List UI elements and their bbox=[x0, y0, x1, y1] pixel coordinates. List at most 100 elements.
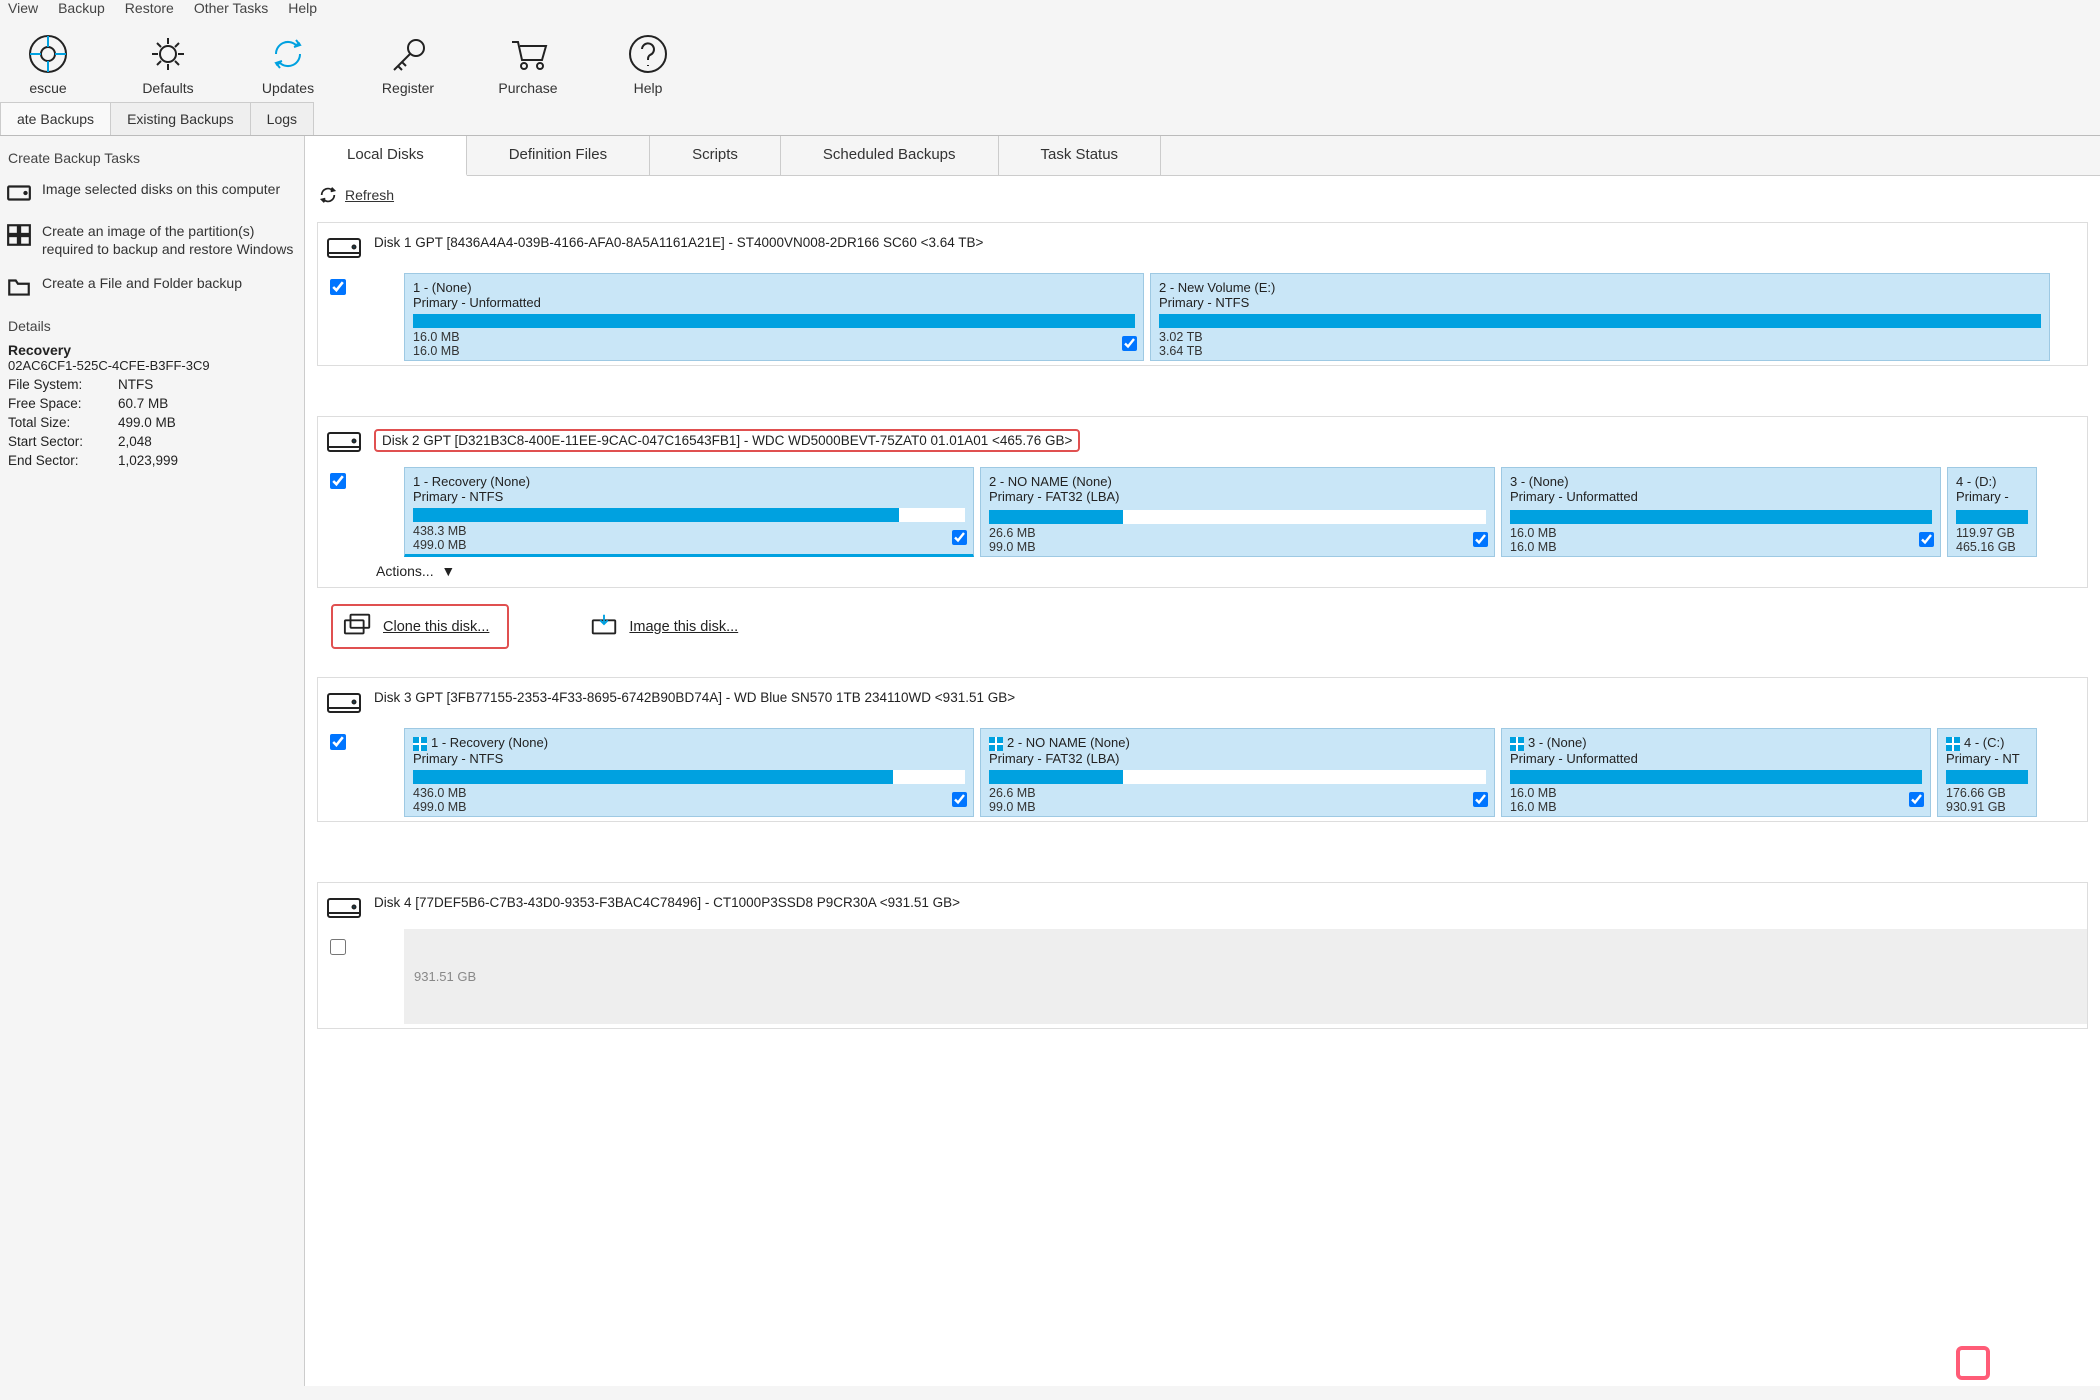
partition-bar bbox=[1510, 510, 1932, 524]
task-file-folder-backup-label: Create a File and Folder backup bbox=[42, 274, 242, 292]
partition-type: Primary - bbox=[1956, 489, 2028, 504]
partition-checkbox[interactable] bbox=[1909, 792, 1924, 810]
task-file-folder-backup[interactable]: Create a File and Folder backup bbox=[0, 266, 304, 308]
partition-total: 99.0 MB bbox=[989, 540, 1486, 554]
partition-bar bbox=[1956, 510, 2028, 524]
clone-disk-action[interactable]: Clone this disk... bbox=[331, 604, 509, 649]
toolbar-register[interactable]: Register bbox=[368, 32, 448, 96]
refresh-row: Refresh bbox=[305, 176, 2100, 214]
details-panel: Details Recovery 02AC6CF1-525C-4CFE-B3FF… bbox=[0, 308, 304, 478]
menu-help[interactable]: Help bbox=[288, 0, 317, 16]
menu-bar: View Backup Restore Other Tasks Help bbox=[0, 0, 2100, 22]
partition-type: Primary - Unformatted bbox=[1510, 489, 1932, 504]
disk-checkbox[interactable] bbox=[330, 473, 346, 557]
details-endsector: End Sector:1,023,999 bbox=[8, 453, 296, 468]
partition-name: 2 - NO NAME (None) bbox=[989, 474, 1486, 489]
task-image-disks[interactable]: Image selected disks on this computer bbox=[0, 172, 304, 214]
partition-checkbox[interactable] bbox=[952, 530, 967, 548]
subtab-logs[interactable]: Logs bbox=[250, 102, 314, 135]
partition-used: 16.0 MB bbox=[413, 330, 1135, 344]
image-disk-label: Image this disk... bbox=[629, 619, 738, 635]
empty-partition: 931.51 GB bbox=[404, 929, 2087, 1024]
partition[interactable]: 2 - New Volume (E:) Primary - NTFS 3.02 … bbox=[1150, 273, 2050, 361]
disk-title: Disk 2 GPT [D321B3C8-400E-11EE-9CAC-047C… bbox=[374, 425, 1080, 452]
tab-scheduled-backups[interactable]: Scheduled Backups bbox=[781, 136, 999, 175]
toolbar-defaults-label: Defaults bbox=[142, 80, 193, 96]
disk-checkbox[interactable] bbox=[330, 939, 346, 1024]
toolbar-purchase-label: Purchase bbox=[498, 80, 557, 96]
partition[interactable]: 2 - NO NAME (None) Primary - FAT32 (LBA)… bbox=[980, 467, 1495, 557]
partition[interactable]: 3 - (None) Primary - Unformatted 16.0 MB… bbox=[1501, 467, 1941, 557]
partitions: 1 - (None) Primary - Unformatted 16.0 MB… bbox=[404, 273, 2087, 361]
disk-icon bbox=[324, 688, 364, 720]
toolbar: escue Defaults Updates Register Purchase… bbox=[0, 22, 2100, 102]
partition-checkbox[interactable] bbox=[1473, 532, 1488, 550]
partition-total: 16.0 MB bbox=[1510, 540, 1932, 554]
tab-definition-files[interactable]: Definition Files bbox=[467, 136, 650, 175]
refresh-link[interactable]: Refresh bbox=[345, 187, 394, 203]
disk-icon bbox=[324, 427, 364, 459]
key-icon bbox=[386, 32, 430, 76]
partition-bar bbox=[413, 314, 1135, 328]
gear-icon bbox=[146, 32, 190, 76]
partition-type: Primary - Unformatted bbox=[413, 295, 1135, 310]
toolbar-purchase[interactable]: Purchase bbox=[488, 32, 568, 96]
partition-name: 3 - (None) bbox=[1510, 735, 1922, 751]
partition-checkbox[interactable] bbox=[1122, 336, 1137, 354]
disk-block: Disk 2 GPT [D321B3C8-400E-11EE-9CAC-047C… bbox=[317, 416, 2088, 588]
toolbar-updates-label: Updates bbox=[262, 80, 314, 96]
menu-view[interactable]: View bbox=[8, 0, 38, 16]
partition-used: 119.97 GB bbox=[1956, 526, 2028, 540]
disk-title-highlight: Disk 2 GPT [D321B3C8-400E-11EE-9CAC-047C… bbox=[374, 429, 1080, 452]
help-icon bbox=[626, 32, 670, 76]
toolbar-updates[interactable]: Updates bbox=[248, 32, 328, 96]
toolbar-rescue[interactable]: escue bbox=[8, 32, 88, 96]
disk-block: Disk 1 GPT [8436A4A4-039B-4166-AFA0-8A5A… bbox=[317, 222, 2088, 366]
disk-icon bbox=[324, 893, 364, 925]
partition[interactable]: 2 - NO NAME (None) Primary - FAT32 (LBA)… bbox=[980, 728, 1495, 817]
partition-checkbox[interactable] bbox=[952, 792, 967, 810]
partition-checkbox[interactable] bbox=[1473, 792, 1488, 810]
folder-icon bbox=[6, 274, 32, 300]
partition[interactable]: 4 - (D:) Primary - 119.97 GB 465.16 GB bbox=[1947, 467, 2037, 557]
partition-name: 3 - (None) bbox=[1510, 474, 1932, 489]
partition-used: 16.0 MB bbox=[1510, 786, 1922, 800]
disk-header: Disk 4 [77DEF5B6-C7B3-43D0-9353-F3BAC4C7… bbox=[318, 887, 2087, 929]
partition-total: 16.0 MB bbox=[1510, 800, 1922, 814]
partition-type: Primary - NTFS bbox=[413, 751, 965, 766]
partition-total: 16.0 MB bbox=[413, 344, 1135, 358]
partition[interactable]: 1 - Recovery (None) Primary - NTFS 436.0… bbox=[404, 728, 974, 817]
tab-task-status[interactable]: Task Status bbox=[999, 136, 1162, 175]
actions-dropdown[interactable]: Actions... ▼ bbox=[376, 563, 455, 579]
partition[interactable]: 4 - (C:) Primary - NT 176.66 GB 930.91 G… bbox=[1937, 728, 2037, 817]
partition[interactable]: 1 - (None) Primary - Unformatted 16.0 MB… bbox=[404, 273, 1144, 361]
disk-block: Disk 4 [77DEF5B6-C7B3-43D0-9353-F3BAC4C7… bbox=[317, 882, 2088, 1029]
menu-other-tasks[interactable]: Other Tasks bbox=[194, 0, 268, 16]
details-startsector: Start Sector:2,048 bbox=[8, 434, 296, 449]
tab-local-disks[interactable]: Local Disks bbox=[305, 136, 467, 176]
toolbar-help[interactable]: Help bbox=[608, 32, 688, 96]
refresh-icon bbox=[266, 32, 310, 76]
task-image-windows[interactable]: Create an image of the partition(s) requ… bbox=[0, 214, 304, 266]
partition-name: 2 - NO NAME (None) bbox=[989, 735, 1486, 751]
partition-checkbox[interactable] bbox=[1919, 532, 1934, 550]
menu-restore[interactable]: Restore bbox=[125, 0, 174, 16]
disk-checkbox[interactable] bbox=[330, 734, 346, 817]
subtab-existing-backups[interactable]: Existing Backups bbox=[110, 102, 251, 135]
task-image-windows-label: Create an image of the partition(s) requ… bbox=[42, 222, 296, 258]
toolbar-defaults[interactable]: Defaults bbox=[128, 32, 208, 96]
disk-checkbox[interactable] bbox=[330, 279, 346, 361]
partition[interactable]: 1 - Recovery (None) Primary - NTFS 438.3… bbox=[404, 467, 974, 557]
cart-icon bbox=[506, 32, 550, 76]
partition-total: 99.0 MB bbox=[989, 800, 1486, 814]
partition-name: 1 - Recovery (None) bbox=[413, 474, 965, 489]
subtab-create-backups[interactable]: ate Backups bbox=[0, 102, 111, 135]
partition[interactable]: 3 - (None) Primary - Unformatted 16.0 MB… bbox=[1501, 728, 1931, 817]
image-disk-action[interactable]: Image this disk... bbox=[589, 612, 738, 641]
details-heading: Details bbox=[8, 318, 296, 334]
partitions: 1 - Recovery (None) Primary - NTFS 436.0… bbox=[404, 728, 2087, 817]
task-image-disks-label: Image selected disks on this computer bbox=[42, 180, 280, 198]
partition-name: 1 - (None) bbox=[413, 280, 1135, 295]
tab-scripts[interactable]: Scripts bbox=[650, 136, 781, 175]
menu-backup[interactable]: Backup bbox=[58, 0, 105, 16]
